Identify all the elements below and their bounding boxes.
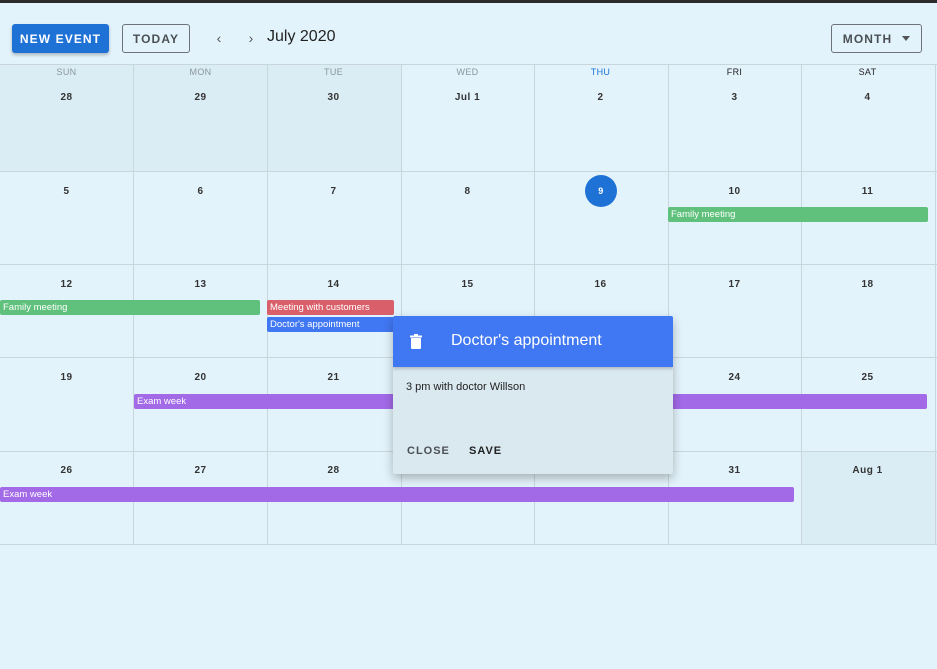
new-event-button[interactable]: NEW EVENT — [12, 24, 109, 53]
chevron-right-icon[interactable]: › — [243, 30, 259, 46]
day-number[interactable]: 20 — [134, 372, 267, 383]
row-divider — [0, 544, 937, 545]
past-days-shade — [0, 65, 401, 171]
day-number[interactable]: 13 — [134, 279, 267, 290]
day-number[interactable]: 16 — [534, 279, 667, 290]
day-number[interactable]: 24 — [668, 372, 801, 383]
chevron-left-icon[interactable]: ‹ — [211, 30, 227, 46]
day-number[interactable]: 25 — [801, 372, 934, 383]
day-number[interactable]: 17 — [668, 279, 801, 290]
day-number[interactable]: 3 — [668, 92, 801, 103]
row-divider — [0, 264, 937, 265]
day-number[interactable]: 21 — [267, 372, 400, 383]
day-number[interactable]: 14 — [267, 279, 400, 290]
day-number[interactable]: 6 — [134, 186, 267, 197]
close-button[interactable]: CLOSE — [407, 445, 450, 457]
day-number[interactable]: 31 — [668, 465, 801, 476]
day-number[interactable]: 28 — [267, 465, 400, 476]
weekday-fri: FRI — [726, 67, 743, 77]
save-button[interactable]: SAVE — [469, 445, 502, 457]
view-type-label: MONTH — [842, 31, 893, 46]
row-divider — [0, 171, 937, 172]
col-divider — [935, 65, 936, 545]
event-doctors-appointment[interactable]: Doctor's appointment — [267, 317, 394, 332]
weekday-wed: WED — [456, 67, 479, 77]
day-number[interactable]: 7 — [267, 186, 400, 197]
day-number[interactable]: 4 — [801, 92, 934, 103]
day-number[interactable]: 10 — [668, 186, 801, 197]
day-number[interactable]: 2 — [534, 92, 667, 103]
popup-title: Doctor's appointment — [451, 332, 602, 349]
event-meeting-with-customers[interactable]: Meeting with customers — [267, 300, 394, 315]
day-number[interactable]: 11 — [801, 186, 934, 197]
day-number[interactable]: 15 — [401, 279, 534, 290]
day-number[interactable]: 29 — [134, 92, 267, 103]
today-button[interactable]: TODAY — [122, 24, 190, 53]
popup-description: 3 pm with doctor Willson — [406, 381, 526, 393]
event-family-meeting[interactable]: Family meeting — [668, 207, 928, 222]
day-number[interactable]: 19 — [0, 372, 133, 383]
day-number[interactable]: 26 — [0, 465, 133, 476]
day-number[interactable]: 30 — [267, 92, 400, 103]
trash-icon[interactable] — [410, 334, 422, 349]
weekday-mon: MON — [189, 67, 212, 77]
popup-header: Doctor's appointment — [393, 316, 673, 367]
day-number[interactable]: Aug 1 — [801, 465, 934, 476]
weekday-sat: SAT — [858, 67, 877, 77]
month-title: July 2020 — [267, 28, 336, 45]
event-family-meeting[interactable]: Family meeting — [0, 300, 260, 315]
day-number[interactable]: 8 — [401, 186, 534, 197]
day-number[interactable]: 12 — [0, 279, 133, 290]
event-details-popup: Doctor's appointment 3 pm with doctor Wi… — [393, 316, 673, 474]
weekday-tue: TUE — [324, 67, 343, 77]
caret-down-icon — [902, 36, 911, 41]
day-number[interactable]: 18 — [801, 279, 934, 290]
day-number[interactable]: Jul 1 — [401, 92, 534, 103]
event-exam-week[interactable]: Exam week — [0, 487, 794, 502]
day-number[interactable]: 28 — [0, 92, 133, 103]
today-day-number[interactable]: 9 — [585, 175, 617, 207]
weekday-sun: SUN — [56, 67, 77, 77]
weekday-thu: THU — [590, 67, 611, 77]
day-number[interactable]: 5 — [0, 186, 133, 197]
window-top-border — [0, 0, 937, 3]
day-number[interactable]: 27 — [134, 465, 267, 476]
view-type-select[interactable]: MONTH — [831, 24, 922, 53]
